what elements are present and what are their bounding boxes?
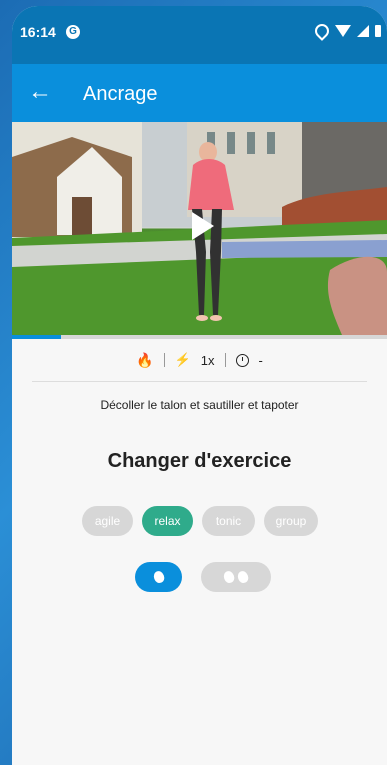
wifi-icon: [335, 25, 351, 37]
video-progress-track[interactable]: [12, 335, 387, 339]
location-icon: [312, 21, 332, 41]
status-icons: [312, 21, 381, 41]
change-exercise-title: Changer d'exercice: [107, 450, 292, 472]
exercise-instruction: Décoller le talon et sautiller et tapote…: [100, 398, 299, 412]
signal-icon: [357, 25, 369, 37]
play-icon[interactable]: [192, 212, 214, 240]
content-divider: [32, 381, 367, 382]
battery-icon: [375, 25, 381, 37]
speed-label: 1x: [200, 352, 215, 368]
intensity-one-flame-button[interactable]: [135, 562, 182, 592]
flame-icon: 🔥: [136, 351, 154, 368]
meta-divider: [163, 353, 165, 367]
page-title: Ancrage: [83, 83, 158, 105]
phone-screen: 16:14 G ← Ancrage 🔥 ⚡ 1x - Décoller le t…: [12, 6, 387, 765]
category-chips: agile relax tonic group: [82, 506, 327, 536]
duration-label: -: [258, 352, 263, 368]
flame-icon: [151, 569, 166, 585]
bolt-icon: ⚡: [174, 352, 191, 367]
status-time: 16:14: [20, 24, 56, 40]
clock-icon: [235, 353, 249, 367]
video-progress-fill: [12, 335, 61, 339]
chip-tonic[interactable]: tonic: [202, 506, 255, 536]
app-bar: ← Ancrage: [12, 64, 387, 122]
flame-icon: [222, 569, 236, 585]
chip-group[interactable]: group: [264, 506, 318, 536]
flame-icon: [236, 569, 250, 585]
intensity-two-flames-button[interactable]: [201, 562, 271, 592]
arrow-left-icon[interactable]: ←: [28, 78, 52, 106]
chip-agile[interactable]: agile: [82, 506, 133, 536]
chrome-icon: G: [66, 25, 80, 39]
exercise-video[interactable]: [12, 122, 387, 335]
meta-divider: [224, 353, 226, 367]
intensity-selector: [135, 562, 275, 592]
chip-relax[interactable]: relax: [142, 506, 193, 536]
status-bar: 16:14 G: [12, 6, 387, 64]
exercise-meta: 🔥 ⚡ 1x -: [12, 346, 387, 374]
